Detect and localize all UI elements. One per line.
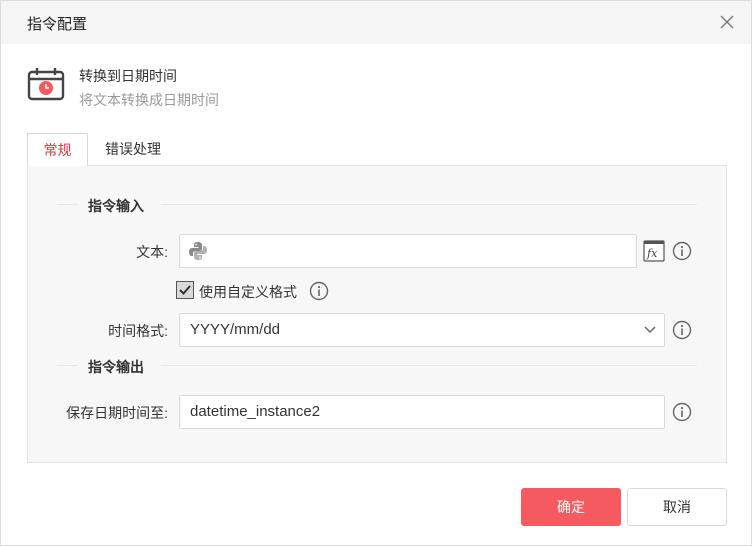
- info-icon[interactable]: [672, 402, 692, 422]
- time-format-value: YYYY/mm/dd: [190, 321, 281, 338]
- svg-text:fx: fx: [646, 247, 658, 260]
- custom-format-checkbox[interactable]: [176, 281, 194, 299]
- time-format-label: 时间格式:: [108, 323, 168, 339]
- info-icon[interactable]: [672, 241, 692, 261]
- info-icon[interactable]: [672, 320, 692, 340]
- dialog: 指令配置 转换到日期时间 将文本转换成日期时间 常规 错误处理 指令输入 文本:: [0, 0, 752, 546]
- cancel-button[interactable]: 取消: [627, 488, 727, 526]
- command-description: 将文本转换成日期时间: [79, 92, 219, 108]
- section-divider: [161, 204, 697, 205]
- section-title-input: 指令输入: [88, 198, 144, 214]
- section-divider: [57, 365, 78, 366]
- text-field-label: 文本:: [136, 244, 168, 260]
- dialog-title: 指令配置: [27, 16, 88, 33]
- tab-error-handling[interactable]: 错误处理: [88, 133, 178, 166]
- time-format-select[interactable]: YYYY/mm/dd: [179, 313, 665, 347]
- checkmark-icon: [179, 285, 191, 295]
- info-icon[interactable]: [309, 281, 329, 301]
- save-to-input[interactable]: datetime_instance2: [179, 395, 665, 429]
- python-icon: [189, 242, 207, 260]
- chevron-down-icon: [644, 326, 656, 334]
- ok-button[interactable]: 确定: [521, 488, 621, 526]
- close-icon[interactable]: [717, 12, 737, 32]
- title-bar: 指令配置: [1, 1, 751, 44]
- command-name: 转换到日期时间: [79, 68, 177, 84]
- tab-general[interactable]: 常规: [27, 133, 88, 166]
- section-divider: [57, 204, 78, 205]
- save-to-label: 保存日期时间至:: [66, 405, 168, 421]
- calendar-clock-icon: [27, 68, 65, 101]
- text-input[interactable]: [179, 234, 637, 268]
- section-divider: [161, 365, 697, 366]
- fx-expression-icon[interactable]: fx: [643, 240, 665, 262]
- custom-format-label: 使用自定义格式: [199, 284, 297, 300]
- section-title-output: 指令输出: [88, 359, 144, 375]
- save-to-value: datetime_instance2: [190, 403, 321, 420]
